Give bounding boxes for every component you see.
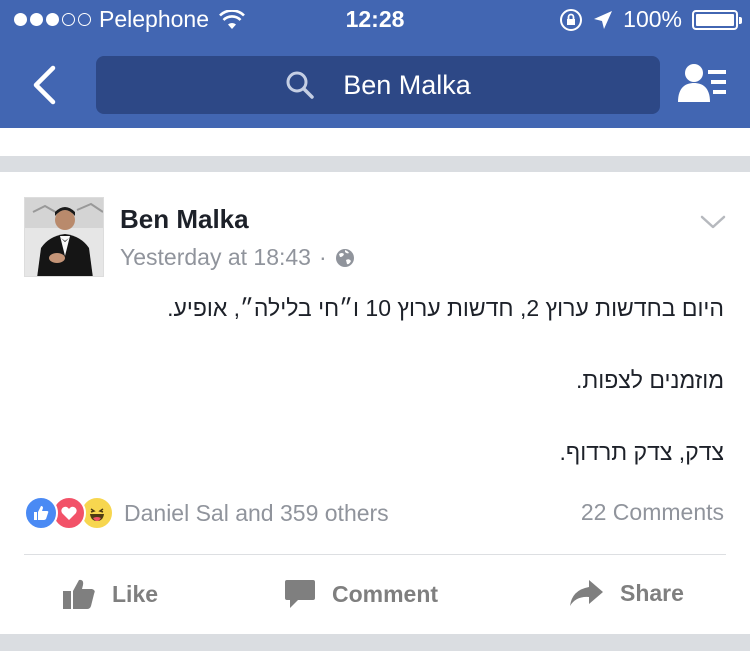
chevron-down-icon xyxy=(700,215,726,229)
post-text-line: מוזמנים לצפות. xyxy=(575,367,724,393)
post-actions: Like Comment Share xyxy=(0,570,750,622)
search-icon xyxy=(285,70,315,100)
friend-list-icon xyxy=(678,64,726,102)
post-meta: Yesterday at 18:43 · xyxy=(120,244,355,271)
post-text-line: צדק, צדק תרדוף. xyxy=(559,439,724,465)
post-timestamp[interactable]: Yesterday at 18:43 xyxy=(120,244,311,271)
meta-separator: · xyxy=(318,244,327,270)
post-author[interactable]: Ben Malka xyxy=(120,204,249,235)
status-bar: Pelephone 12:28 100% xyxy=(0,0,750,42)
avatar[interactable] xyxy=(24,197,104,277)
previous-post-bottom xyxy=(0,128,750,158)
divider xyxy=(24,554,726,555)
search-query: Ben Malka xyxy=(343,69,471,100)
post-text: היום בחדשות ערוץ 2, חדשות ערוץ 10 ו״חי ב… xyxy=(34,290,724,506)
friends-button[interactable] xyxy=(678,62,728,104)
share-label: Share xyxy=(620,579,684,606)
like-reaction-icon xyxy=(24,496,58,530)
post-options-button[interactable] xyxy=(700,214,726,235)
feed-separator xyxy=(0,156,750,172)
comment-label: Comment xyxy=(332,580,439,607)
reactions-text: Daniel Sal and 359 others xyxy=(124,499,389,526)
globe-icon xyxy=(335,248,354,267)
top-bar: Pelephone 12:28 100% Ben Malka xyxy=(0,0,750,128)
battery-percent: 100% xyxy=(623,6,682,32)
orientation-lock-icon xyxy=(560,8,583,31)
post-text-line: היום בחדשות ערוץ 2, חדשות ערוץ 10 ו״חי ב… xyxy=(167,295,724,321)
feed-separator-bottom xyxy=(0,634,750,651)
status-right: 100% xyxy=(559,6,742,33)
chevron-left-icon xyxy=(33,65,56,105)
post-card: Ben Malka Yesterday at 18:43 · היום בחדש… xyxy=(0,172,750,634)
like-button[interactable]: Like xyxy=(62,578,158,610)
back-button[interactable] xyxy=(24,62,64,108)
share-button[interactable]: Share xyxy=(568,578,684,608)
comments-count[interactable]: 22 Comments xyxy=(581,499,724,526)
like-label: Like xyxy=(112,580,159,607)
location-arrow-icon xyxy=(594,10,613,29)
comment-bubble-icon xyxy=(285,580,315,608)
share-arrow-icon xyxy=(570,580,603,606)
battery-icon xyxy=(692,9,742,30)
comment-button[interactable]: Comment xyxy=(284,578,438,610)
thumbs-up-icon xyxy=(63,579,95,609)
search-bar[interactable]: Ben Malka xyxy=(96,56,660,114)
reactions-summary[interactable]: Daniel Sal and 359 others xyxy=(24,496,389,530)
